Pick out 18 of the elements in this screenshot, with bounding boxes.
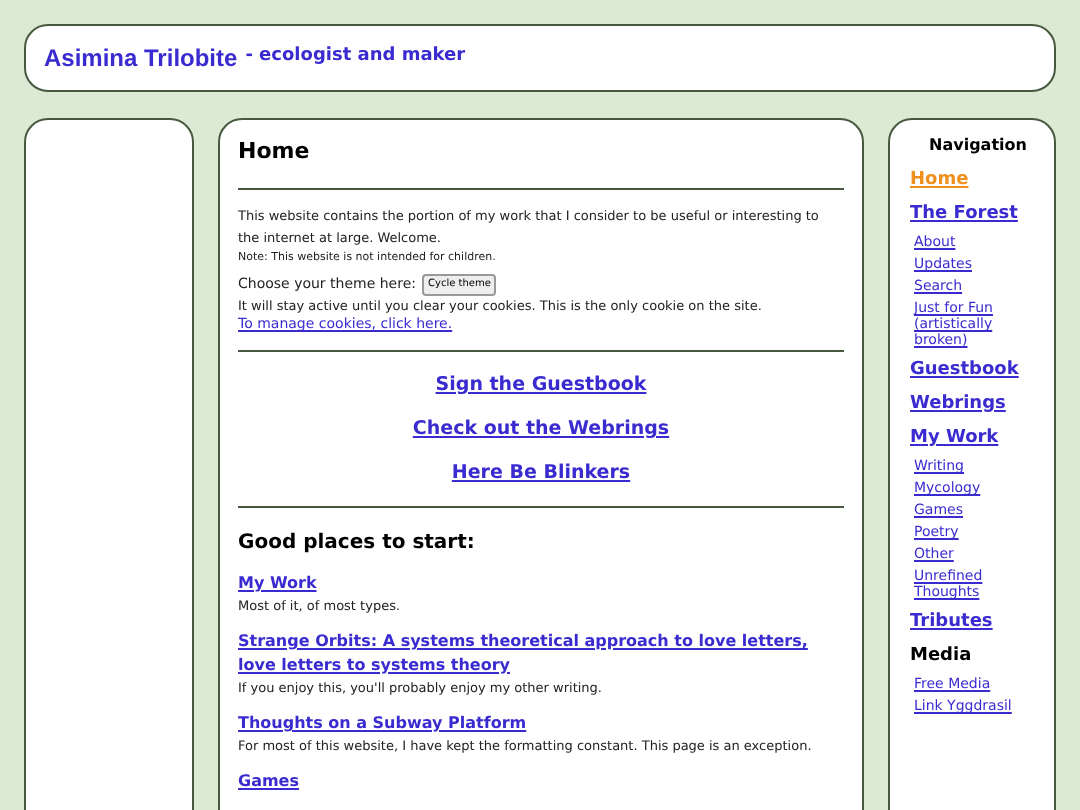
start-link[interactable]: Strange Orbits: A systems theoretical approach to love letters, love letters to systems theory — [238, 630, 844, 678]
start-link[interactable]: My Work — [238, 572, 844, 596]
site-subtitle: - ecologist and maker — [245, 44, 466, 71]
feature-link[interactable]: Sign the Guestbook — [435, 370, 647, 400]
section-heading: Good places to start: — [238, 530, 477, 558]
nav-link[interactable]: Tributes — [910, 612, 1046, 634]
nav-link[interactable]: The Forest — [910, 204, 1046, 226]
feature-link[interactable]: Here Be Blinkers — [451, 458, 631, 488]
site-title: Asimina Trilobite — [44, 42, 238, 76]
nav-link[interactable]: Webrings — [910, 394, 1046, 416]
feature-link[interactable]: Check out the Webrings — [412, 414, 670, 444]
navigation-title: Navigation — [927, 134, 1029, 158]
nav-heading: Media — [910, 646, 974, 668]
nav-link[interactable]: My Work — [910, 428, 1046, 450]
start-link[interactable]: Thoughts on a Subway Platform — [238, 712, 844, 736]
nav-link[interactable]: Guestbook — [910, 360, 1046, 382]
start-link[interactable]: Games — [238, 770, 844, 794]
page-heading: Home — [238, 136, 312, 168]
